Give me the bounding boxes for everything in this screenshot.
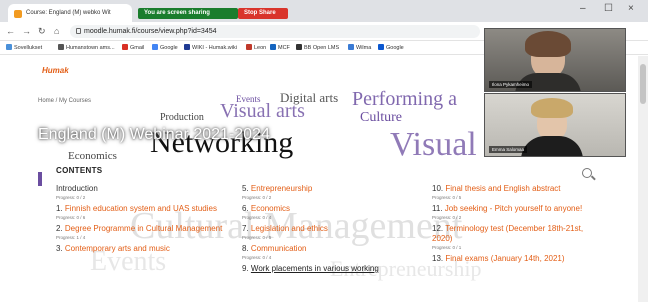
section-link[interactable]: Entrepreneurship	[251, 184, 312, 193]
back-icon[interactable]: ←	[6, 26, 15, 36]
section-progress: Progress: 0 / 5	[432, 195, 462, 200]
participant-hair	[531, 98, 573, 118]
home-icon[interactable]: ⌂	[54, 26, 59, 36]
section-link[interactable]: Work placements in various working	[251, 264, 379, 273]
list-item[interactable]: 6. Economics	[242, 204, 422, 214]
list-item[interactable]: 3. Contemporary arts and music	[56, 244, 236, 254]
bookmark-icon	[348, 44, 354, 50]
list-item[interactable]: 2. Degree Programme in Cultural Manageme…	[56, 224, 236, 234]
forward-icon[interactable]: →	[22, 26, 31, 36]
participant-shoulders	[521, 136, 583, 156]
section-link[interactable]: Terminology test (December 18th-21st, 20…	[432, 224, 583, 243]
course-title: England (M) Webinar 2021-2024	[38, 126, 270, 143]
list-item[interactable]: 13. Final exams (January 14th, 2021)	[432, 254, 602, 264]
wiki-icon	[184, 44, 190, 50]
section-progress: Progress: 0 / 6	[56, 215, 86, 220]
list-item[interactable]: 8. Communication	[242, 244, 422, 254]
bookmark-icon	[246, 44, 252, 50]
apps-icon	[6, 44, 12, 50]
list-item[interactable]: 7. Legislation and ethics	[242, 224, 422, 234]
stop-share-button[interactable]: Stop Share	[238, 8, 288, 19]
tab-title: Course: England (M) webko Wit	[26, 10, 111, 16]
section-link[interactable]: Communication	[251, 244, 307, 253]
minimize-icon[interactable]: –	[580, 3, 586, 14]
section-progress: Progress: 0 / 5	[242, 235, 272, 240]
search-icon[interactable]	[582, 168, 592, 178]
bookmark-item[interactable]: WIKI - Humak.wiki	[184, 44, 237, 51]
bookmark-item[interactable]: Leon	[246, 44, 266, 51]
bookmark-icon	[270, 44, 276, 50]
section-link[interactable]: Final thesis and English abstract	[445, 184, 560, 193]
section-link[interactable]: Contemporary arts and music	[65, 244, 170, 253]
section-progress: Progress: 0 / 2	[432, 215, 462, 220]
browser-tab[interactable]: Course: England (M) webko Wit	[8, 4, 132, 22]
list-item[interactable]: 10. Final thesis and English abstract	[432, 184, 602, 194]
scrollbar-thumb[interactable]	[640, 64, 646, 104]
contents-column-3: 10. Final thesis and English abstract Pr…	[432, 184, 602, 264]
reload-icon[interactable]: ↻	[38, 26, 46, 37]
bookmark-icon	[296, 44, 302, 50]
section-link[interactable]: Final exams (January 14th, 2021)	[445, 254, 564, 263]
screen-sharing-indicator: You are screen sharing	[138, 8, 238, 19]
moodle-favicon-icon	[14, 10, 22, 18]
url-field[interactable]: moodle.humak.fi/course/view.php?id=3454	[70, 25, 480, 38]
google-icon	[378, 44, 384, 50]
list-item[interactable]: 12. Terminology test (December 18th-21st…	[432, 224, 602, 244]
bookmark-item[interactable]: MCF	[270, 44, 290, 51]
section-progress: Progress: 1 / 4	[56, 235, 86, 240]
section-progress: Progress: 0 / 4	[242, 255, 272, 260]
section-progress: Progress: 0 / 1	[432, 245, 462, 250]
section-progress: Progress: 0 / 4	[242, 215, 272, 220]
list-item[interactable]: 1. Finnish education system and UAS stud…	[56, 204, 236, 214]
list-item[interactable]: 5. Entrepreneurship	[242, 184, 422, 194]
participant-name-label: Emma Salomaa	[489, 146, 528, 153]
bookmark-item[interactable]: Google	[152, 44, 178, 51]
participant-hair	[525, 31, 571, 57]
section-progress: Progress: 0 / 2	[242, 195, 272, 200]
page-scrollbar[interactable]	[638, 56, 648, 302]
participant-name-label: Ilona Pykamheimo	[489, 81, 533, 88]
section-link[interactable]: Finnish education system and UAS studies	[65, 204, 217, 213]
section-link[interactable]: Economics	[251, 204, 290, 213]
section-progress: Progress: 0 / 2	[56, 195, 86, 200]
bookmark-item[interactable]: Gmail	[122, 44, 144, 51]
contents-column-1: Introduction Progress: 0 / 2 1. Finnish …	[56, 184, 236, 254]
humak-logo[interactable]: Humak	[42, 66, 69, 75]
bookmark-item[interactable]: Google	[378, 44, 404, 51]
section-link[interactable]: Degree Programme in Cultural Management	[65, 224, 222, 233]
gmail-icon	[122, 44, 128, 50]
list-item[interactable]: Introduction	[56, 184, 236, 194]
contents-accent-bar	[38, 172, 42, 186]
browser-tab-bar: Course: England (M) webko Wit You are sc…	[0, 0, 648, 22]
bookmark-item[interactable]: Humanstown ams...	[58, 44, 115, 51]
lock-icon	[76, 28, 81, 34]
bookmark-item[interactable]: Sovellukset	[6, 44, 42, 51]
close-icon[interactable]: ×	[628, 3, 634, 14]
contents-heading: CONTENTS	[56, 166, 103, 175]
bookmark-icon	[58, 44, 64, 50]
contents-column-2: 5. Entrepreneurship Progress: 0 / 2 6. E…	[242, 184, 422, 274]
maximize-icon[interactable]: ☐	[604, 3, 613, 14]
section-link[interactable]: Legislation and ethics	[251, 224, 328, 233]
video-tile-participant-1[interactable]: Ilona Pykamheimo	[484, 28, 626, 92]
section-label: Introduction	[56, 184, 98, 193]
bookmark-item[interactable]: BB Open LMS	[296, 44, 339, 51]
url-text: moodle.humak.fi/course/view.php?id=3454	[84, 28, 217, 35]
video-tile-participant-2[interactable]: Emma Salomaa	[484, 93, 626, 157]
bookmark-item[interactable]: Wilma	[348, 44, 371, 51]
list-item[interactable]: 11. Job seeking - Pitch yourself to anyo…	[432, 204, 602, 214]
list-item[interactable]: 9. Work placements in various working	[242, 264, 422, 274]
section-link[interactable]: Job seeking - Pitch yourself to anyone!	[445, 204, 582, 213]
google-icon	[152, 44, 158, 50]
